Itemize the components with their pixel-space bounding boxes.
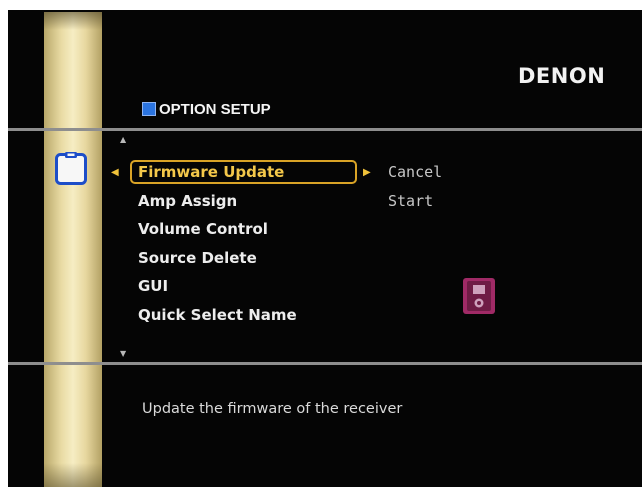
clipboard-icon <box>55 152 87 185</box>
option-values: Cancel Start <box>388 160 442 217</box>
menu-item-gui[interactable]: GUI <box>130 274 297 303</box>
menu-right-arrow-icon: ▶ <box>363 167 371 178</box>
portable-player-icon <box>463 278 495 314</box>
menu-item-firmware-update[interactable]: Firmware Update <box>130 160 357 189</box>
option-start[interactable]: Start <box>388 189 442 218</box>
scroll-up-arrow-icon[interactable]: ▲ <box>120 136 126 144</box>
page-title: OPTION SETUP <box>159 100 271 118</box>
brand-logo: DENON <box>518 64 606 88</box>
title-marker-icon <box>142 102 156 116</box>
option-cancel[interactable]: Cancel <box>388 160 442 189</box>
side-bar <box>44 12 102 487</box>
setup-screen: DENON OPTION SETUP ▲ ◀ Firmware Update A… <box>8 10 642 487</box>
menu-item-volume-control[interactable]: Volume Control <box>130 217 297 246</box>
setup-menu: Firmware Update Amp Assign Volume Contro… <box>130 160 357 332</box>
menu-item-amp-assign[interactable]: Amp Assign <box>130 189 297 218</box>
scroll-down-arrow-icon[interactable]: ▼ <box>120 350 126 358</box>
menu-item-source-delete[interactable]: Source Delete <box>130 246 297 275</box>
bottom-divider <box>8 362 642 365</box>
page-title-group: OPTION SETUP <box>142 100 271 118</box>
menu-item-quick-select-name[interactable]: Quick Select Name <box>130 303 297 332</box>
help-description: Update the firmware of the receiver <box>142 401 403 417</box>
top-divider <box>8 128 642 131</box>
menu-left-arrow-icon: ◀ <box>111 167 119 178</box>
